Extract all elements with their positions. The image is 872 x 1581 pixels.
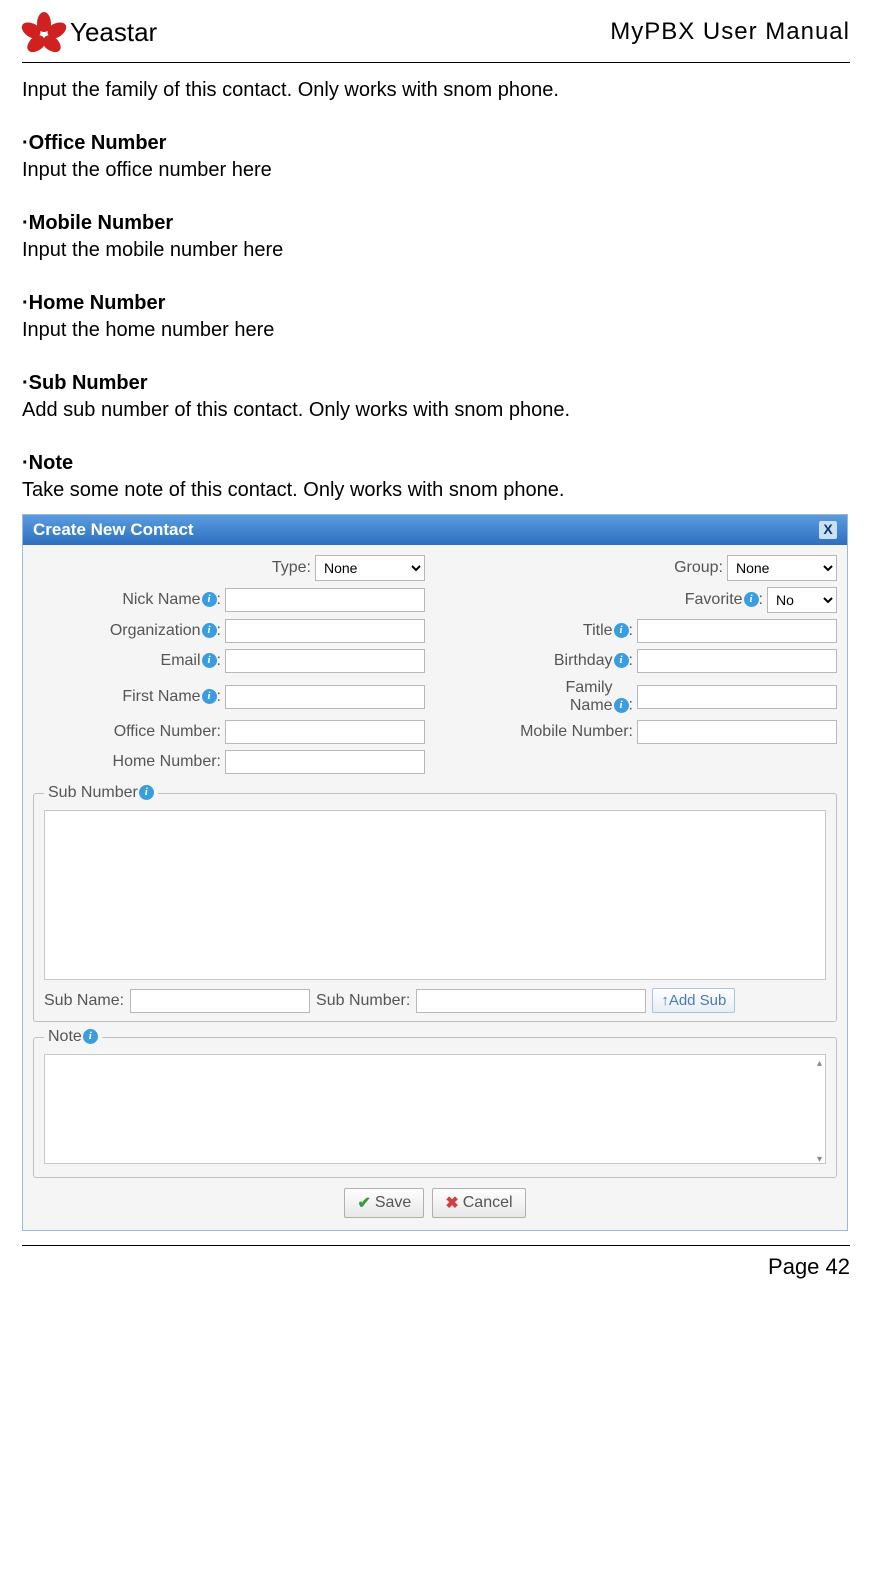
page-number: Page 42 <box>768 1254 850 1279</box>
subnumber-input[interactable] <box>416 989 646 1013</box>
officenum-input[interactable] <box>225 720 425 744</box>
scroll-down-icon[interactable]: ▾ <box>817 1154 822 1165</box>
info-icon: i <box>202 653 217 668</box>
nickname-label: Nick Namei: <box>122 591 221 609</box>
info-icon: i <box>614 623 629 638</box>
note-textarea[interactable] <box>44 1054 826 1164</box>
logo-text: Yeastar <box>70 17 157 48</box>
heading-sub-number: ·Sub Number <box>22 372 850 395</box>
scroll-up-icon[interactable]: ▴ <box>817 1058 822 1069</box>
heading-home-number: ·Home Number <box>22 292 850 315</box>
info-icon: i <box>202 689 217 704</box>
text-office-number: Input the office number here <box>22 155 850 186</box>
homenum-label: Home Number: <box>113 753 221 771</box>
group-select[interactable]: None <box>727 555 837 581</box>
note-fieldset: Notei ▴ ▾ <box>33 1028 837 1178</box>
familyname-label: Family Namei: <box>553 679 633 714</box>
subname-label: Sub Name: <box>44 992 124 1010</box>
create-contact-dialog: Create New Contact X Type: None Group: N… <box>22 514 848 1231</box>
subname-input[interactable] <box>130 989 310 1013</box>
heading-mobile-number: ·Mobile Number <box>22 212 850 235</box>
firstname-label: First Namei: <box>122 688 221 706</box>
organization-label: Organizationi: <box>110 622 221 640</box>
organization-input[interactable] <box>225 619 425 643</box>
nickname-input[interactable] <box>225 588 425 612</box>
email-label: Emaili: <box>161 652 221 670</box>
text-note: Take some note of this contact. Only wor… <box>22 475 850 506</box>
title-label: Titlei: <box>583 622 633 640</box>
text-sub-number: Add sub number of this contact. Only wor… <box>22 395 850 426</box>
birthday-label: Birthdayi: <box>554 652 633 670</box>
x-icon: ✖ <box>445 1193 458 1213</box>
officenum-label: Office Number: <box>114 723 221 741</box>
save-button[interactable]: ✔ Save <box>344 1188 424 1218</box>
text-home-number: Input the home number here <box>22 315 850 346</box>
dialog-titlebar: Create New Contact X <box>23 515 847 545</box>
dialog-title: Create New Contact <box>33 520 194 540</box>
logo: Yeastar <box>22 10 157 54</box>
info-icon: i <box>202 592 217 607</box>
favorite-select[interactable]: No <box>767 587 837 613</box>
heading-office-number: ·Office Number <box>22 132 850 155</box>
page-header: Yeastar MyPBX User Manual <box>22 10 850 63</box>
cancel-button-label: Cancel <box>463 1194 513 1212</box>
mobilenum-input[interactable] <box>637 720 837 744</box>
heading-note: ·Note <box>22 452 850 475</box>
close-icon[interactable]: X <box>819 521 837 539</box>
manual-title: MyPBX User Manual <box>610 18 850 46</box>
favorite-label: Favoritei: <box>685 591 763 609</box>
type-select[interactable]: None <box>315 555 425 581</box>
page-footer: Page 42 <box>22 1245 850 1280</box>
mobilenum-label: Mobile Number: <box>520 723 633 741</box>
add-sub-button[interactable]: ↑Add Sub <box>652 988 735 1013</box>
yeastar-flower-icon <box>22 10 66 54</box>
subnumber-legend: Sub Numberi <box>44 784 158 802</box>
info-icon: i <box>139 785 154 800</box>
group-label: Group: <box>674 559 723 577</box>
subnumber-fieldset: Sub Numberi Sub Name: Sub Number: ↑Add S… <box>33 784 837 1022</box>
familyname-input[interactable] <box>637 685 837 709</box>
info-icon: i <box>744 592 759 607</box>
save-button-label: Save <box>375 1194 411 1212</box>
note-legend: Notei <box>44 1028 102 1046</box>
firstname-input[interactable] <box>225 685 425 709</box>
intro-text: Input the family of this contact. Only w… <box>22 75 850 106</box>
info-icon: i <box>202 623 217 638</box>
dialog-body: Type: None Group: None Nick Namei: <box>23 545 847 1230</box>
info-icon: i <box>614 698 629 713</box>
subnumber-list <box>44 810 826 980</box>
birthday-input[interactable] <box>637 649 837 673</box>
info-icon: i <box>614 653 629 668</box>
title-input[interactable] <box>637 619 837 643</box>
info-icon: i <box>83 1029 98 1044</box>
check-icon: ✔ <box>357 1193 370 1213</box>
type-label: Type: <box>272 559 311 577</box>
cancel-button[interactable]: ✖ Cancel <box>432 1188 525 1218</box>
email-input[interactable] <box>225 649 425 673</box>
text-mobile-number: Input the mobile number here <box>22 235 850 266</box>
homenum-input[interactable] <box>225 750 425 774</box>
subnumber-label: Sub Number: <box>316 992 410 1010</box>
